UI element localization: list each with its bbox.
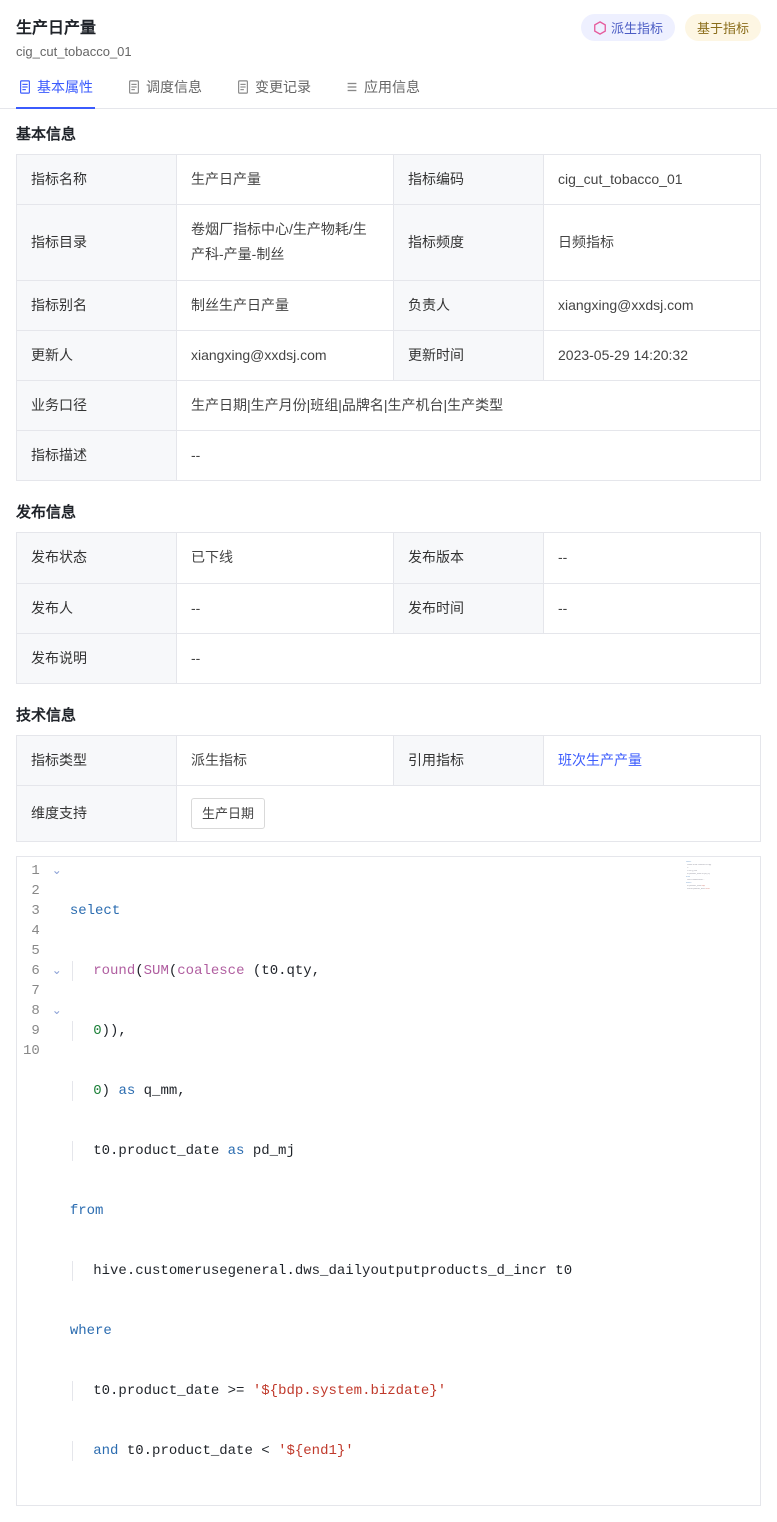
value-cell: xiangxing@xxdsj.com (177, 330, 394, 380)
tab-schedule-info[interactable]: 调度信息 (125, 69, 204, 109)
chevron-down-icon[interactable]: ⌄ (50, 961, 64, 981)
derived-tag-label: 派生指标 (611, 18, 663, 37)
fold-gutter: ⌄ ⌄ ⌄ (48, 857, 66, 1505)
sql-editor[interactable]: 12345678910 ⌄ ⌄ ⌄ select round(SUM(coalesc… (16, 856, 761, 1506)
line-numbers: 12345678910 (17, 857, 48, 1505)
value-cell: 生产日期 (177, 786, 761, 842)
tab-label: 基本属性 (37, 77, 93, 97)
value-cell: -- (177, 583, 394, 633)
list-icon (345, 80, 359, 94)
value-cell: 生产日期|生产月份|班组|品牌名|生产机台|生产类型 (177, 380, 761, 430)
doc-icon (127, 80, 141, 94)
label-cell: 指标编码 (394, 155, 544, 205)
label-cell: 指标类型 (17, 735, 177, 785)
ref-indicator-link[interactable]: 班次生产产量 (558, 752, 642, 768)
value-cell: 卷烟厂指标中心/生产物耗/生产科-产量-制丝 (177, 205, 394, 280)
value-cell: 2023-05-29 14:20:32 (544, 330, 761, 380)
label-cell: 引用指标 (394, 735, 544, 785)
value-cell: 日频指标 (544, 205, 761, 280)
tab-label: 调度信息 (146, 77, 202, 97)
section-title: 基本信息 (16, 123, 761, 144)
hexagon-icon (593, 21, 607, 35)
header-left: 生产日产量 cig_cut_tobacco_01 (16, 14, 581, 59)
value-cell: 派生指标 (177, 735, 394, 785)
value-cell: xiangxing@xxdsj.com (544, 280, 761, 330)
tabs: 基本属性 调度信息 变更记录 应用信息 (0, 59, 777, 109)
code-content[interactable]: select round(SUM(coalesce (t0.qty, 0)), … (66, 857, 760, 1505)
based-tag-label: 基于指标 (697, 18, 749, 37)
dimension-chip[interactable]: 生产日期 (191, 798, 265, 829)
label-cell: 负责人 (394, 280, 544, 330)
tab-label: 变更记录 (255, 77, 311, 97)
value-cell: 生产日产量 (177, 155, 394, 205)
value-cell: -- (544, 583, 761, 633)
tab-label: 应用信息 (364, 77, 420, 97)
tech-info-table: 指标类型 派生指标 引用指标 班次生产产量 维度支持 生产日期 (16, 735, 761, 843)
label-cell: 发布人 (17, 583, 177, 633)
header-tags: 派生指标 基于指标 (581, 14, 761, 41)
label-cell: 更新时间 (394, 330, 544, 380)
tab-app-info[interactable]: 应用信息 (343, 69, 422, 109)
basic-info-table: 指标名称 生产日产量 指标编码 cig_cut_tobacco_01 指标目录 … (16, 154, 761, 481)
label-cell: 更新人 (17, 330, 177, 380)
label-cell: 发布时间 (394, 583, 544, 633)
value-cell: -- (544, 533, 761, 583)
doc-icon (236, 80, 250, 94)
basic-info-section: 基本信息 指标名称 生产日产量 指标编码 cig_cut_tobacco_01 … (0, 109, 777, 487)
based-indicator-tag: 基于指标 (685, 14, 761, 41)
tab-basic-attributes[interactable]: 基本属性 (16, 69, 95, 109)
page-subtitle: cig_cut_tobacco_01 (16, 44, 581, 59)
tab-change-log[interactable]: 变更记录 (234, 69, 313, 109)
label-cell: 发布说明 (17, 633, 177, 683)
value-cell: 已下线 (177, 533, 394, 583)
label-cell: 指标名称 (17, 155, 177, 205)
chevron-down-icon[interactable]: ⌄ (50, 1001, 64, 1021)
section-title: 技术信息 (16, 704, 761, 725)
doc-icon (18, 80, 32, 94)
minimap[interactable]: select round SUM coalesce t0.qty 0 0 as … (686, 861, 756, 891)
value-cell: cig_cut_tobacco_01 (544, 155, 761, 205)
label-cell: 维度支持 (17, 786, 177, 842)
label-cell: 业务口径 (17, 380, 177, 430)
section-title: 发布信息 (16, 501, 761, 522)
value-cell: -- (177, 431, 761, 481)
label-cell: 发布版本 (394, 533, 544, 583)
value-cell: -- (177, 633, 761, 683)
label-cell: 指标描述 (17, 431, 177, 481)
tech-info-section: 技术信息 指标类型 派生指标 引用指标 班次生产产量 维度支持 生产日期 (0, 690, 777, 849)
publish-info-section: 发布信息 发布状态 已下线 发布版本 -- 发布人 -- 发布时间 -- 发布说… (0, 487, 777, 690)
page-title: 生产日产量 (16, 14, 581, 38)
label-cell: 指标频度 (394, 205, 544, 280)
publish-info-table: 发布状态 已下线 发布版本 -- 发布人 -- 发布时间 -- 发布说明 -- (16, 532, 761, 684)
page-header: 生产日产量 cig_cut_tobacco_01 派生指标 基于指标 (0, 0, 777, 59)
label-cell: 指标目录 (17, 205, 177, 280)
derived-indicator-tag: 派生指标 (581, 14, 675, 41)
value-cell: 班次生产产量 (544, 735, 761, 785)
label-cell: 发布状态 (17, 533, 177, 583)
chevron-down-icon[interactable]: ⌄ (50, 861, 64, 881)
value-cell: 制丝生产日产量 (177, 280, 394, 330)
label-cell: 指标别名 (17, 280, 177, 330)
